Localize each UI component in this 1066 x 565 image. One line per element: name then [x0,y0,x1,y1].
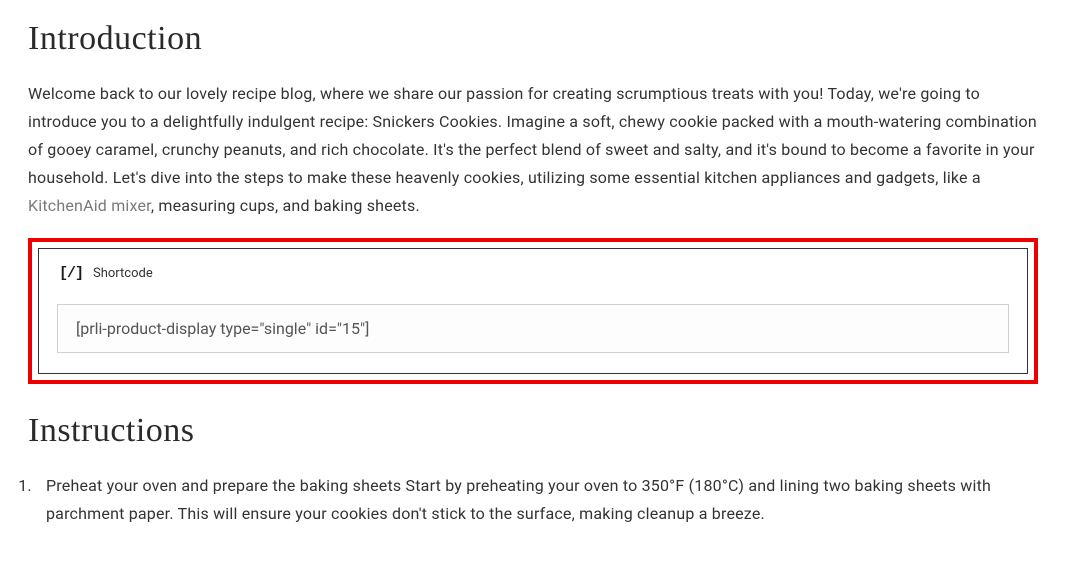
intro-text-before-link: Welcome back to our lovely recipe blog, … [28,84,1037,187]
intro-text-after-link: , measuring cups, and baking sheets. [151,196,420,215]
instructions-heading: Instructions [28,412,1038,450]
introduction-heading: Introduction [28,20,1038,58]
instruction-step-1: Preheat your oven and prepare the baking… [36,472,1038,528]
shortcode-label: Shortcode [93,266,153,281]
intro-paragraph: Welcome back to our lovely recipe blog, … [28,80,1038,220]
shortcode-highlight-box: [/] Shortcode [28,238,1038,384]
instructions-list: Preheat your oven and prepare the baking… [18,472,1038,528]
shortcode-input[interactable] [57,304,1009,353]
shortcode-header: [/] Shortcode [59,265,1009,282]
shortcode-icon: [/] [59,265,83,282]
shortcode-block: [/] Shortcode [38,248,1028,374]
kitchenaid-mixer-link[interactable]: KitchenAid mixer [28,196,151,215]
